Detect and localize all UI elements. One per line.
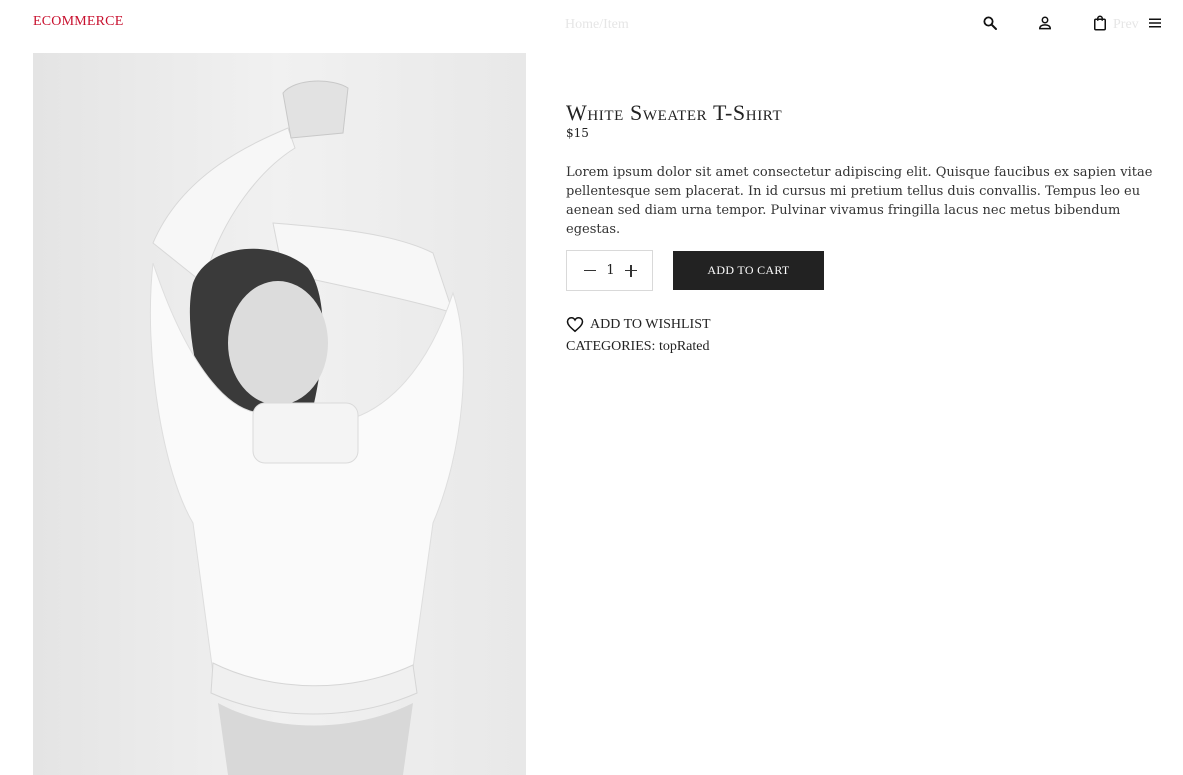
- hamburger-menu-icon[interactable]: [1144, 12, 1166, 34]
- decrease-quantity-button[interactable]: [583, 264, 597, 278]
- category-link[interactable]: topRated: [659, 339, 710, 354]
- faded-nav-text: Prev: [1113, 17, 1139, 32]
- wishlist-label: ADD TO WISHLIST: [590, 316, 711, 332]
- search-icon[interactable]: [979, 12, 1001, 34]
- add-to-cart-button[interactable]: ADD TO CART: [673, 251, 824, 290]
- site-logo[interactable]: ECOMMERCE: [33, 14, 123, 30]
- increase-quantity-button[interactable]: [624, 264, 638, 278]
- heart-icon: [566, 316, 584, 333]
- product-image: [33, 53, 526, 775]
- quantity-value[interactable]: 1: [606, 263, 614, 278]
- categories-label: CATEGORIES:: [566, 339, 659, 354]
- product-description: Lorem ipsum dolor sit amet consectetur a…: [566, 165, 1153, 237]
- product-price: $15: [566, 126, 589, 140]
- product-title: White Sweater T-Shirt: [566, 100, 783, 125]
- user-icon[interactable]: [1034, 12, 1056, 34]
- shopping-bag-icon[interactable]: [1089, 12, 1111, 34]
- product-categories: CATEGORIES: topRated: [566, 339, 710, 355]
- add-to-wishlist-button[interactable]: ADD TO WISHLIST: [566, 316, 711, 333]
- site-header: ECOMMERCE Home/Item Prev: [0, 0, 1183, 48]
- product-photo-illustration: [33, 53, 526, 775]
- breadcrumb[interactable]: Home/Item: [565, 17, 629, 33]
- quantity-stepper: 1: [566, 250, 653, 291]
